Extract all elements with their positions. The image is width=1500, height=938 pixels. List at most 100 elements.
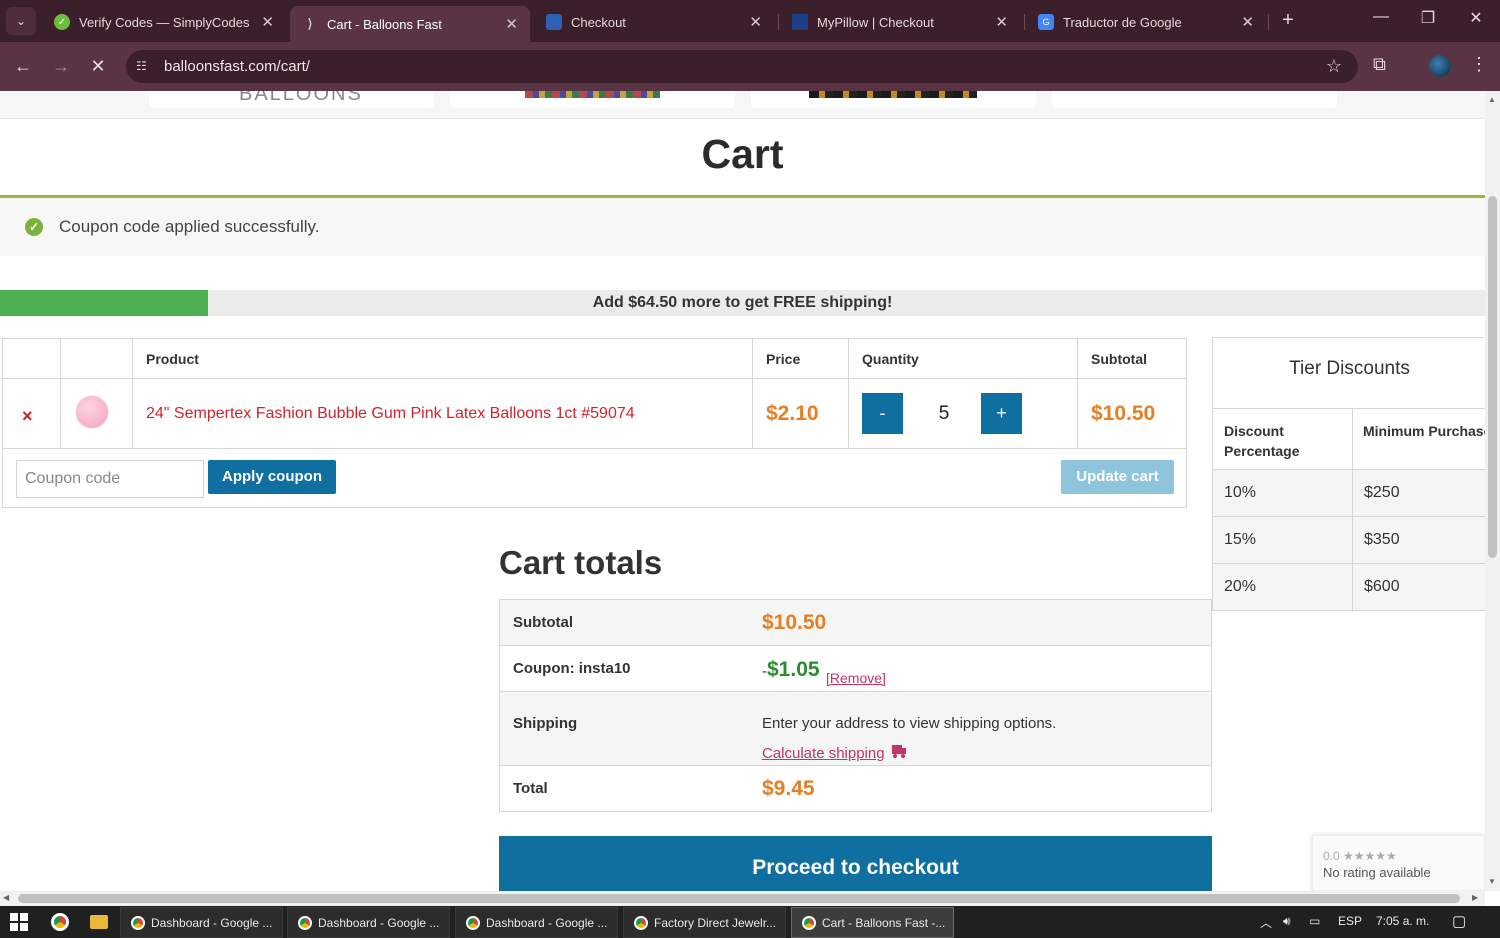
free-shipping-progress: Add $64.50 more to get FREE shipping! (0, 290, 1485, 316)
coupon-discount-amount: -$1.05 (762, 658, 820, 681)
vertical-scroll-thumb[interactable] (1488, 196, 1497, 558)
nav-banner-image[interactable] (751, 91, 1036, 108)
product-thumbnail[interactable] (75, 395, 109, 429)
input-language[interactable]: ESP (1338, 914, 1362, 928)
notifications-icon[interactable]: ▢ (1452, 912, 1466, 930)
header-product: Product (133, 339, 753, 379)
checkmark-icon: ✓ (25, 218, 43, 236)
taskbar-window-balloons-cart[interactable]: Cart - Balloons Fast -... (791, 907, 954, 938)
quantity-decrease-button[interactable]: - (862, 393, 903, 434)
file-explorer-icon[interactable] (90, 915, 108, 929)
col-discount-percentage: Discount Percentage (1213, 408, 1352, 469)
show-hidden-icons-icon[interactable]: ︿ (1260, 914, 1272, 931)
url-text[interactable]: balloonsfast.com/cart/ (164, 58, 310, 75)
proceed-to-checkout-button[interactable]: Proceed to checkout (499, 836, 1212, 891)
tier-row: 20% $600 (1213, 563, 1485, 611)
vertical-scrollbar[interactable]: ▲ ▼ (1485, 91, 1500, 891)
product-name-link[interactable]: 24" Sempertex Fashion Bubble Gum Pink La… (146, 405, 635, 423)
browser-tab-bar: ⌄ ✓ Verify Codes — SimplyCodes ✕ ⟩ Cart … (0, 0, 1500, 42)
site-logo[interactable]: BALLOONS (149, 91, 434, 108)
page-viewport: BALLOONS Cart ✓ Coupon code applied succ… (0, 91, 1485, 891)
tab-checkout[interactable]: Checkout ✕ (534, 6, 774, 38)
close-tab-icon[interactable]: ✕ (261, 13, 274, 31)
nav-banner-image[interactable] (450, 91, 735, 108)
chrome-icon (802, 915, 816, 930)
star-icon[interactable]: ☆ (1326, 56, 1342, 77)
cart-totals-title: Cart totals (499, 544, 663, 581)
tab-balloons-fast-cart[interactable]: ⟩ Cart - Balloons Fast ✕ (290, 6, 530, 42)
tier-row: 10% $250 (1213, 469, 1485, 516)
site-info-icon[interactable]: ☷ (136, 59, 150, 73)
quantity-increase-button[interactable]: + (981, 393, 1022, 434)
address-bar[interactable]: ☷ balloonsfast.com/cart/ ☆ (126, 50, 1358, 83)
stop-loading-icon[interactable]: ✕ (85, 54, 111, 80)
cart-totals-table: Subtotal $10.50 Coupon: insta10 -$1.05 [… (499, 599, 1212, 812)
windows-start-icon[interactable] (10, 913, 28, 931)
scroll-right-icon[interactable]: ▶ (1472, 893, 1478, 902)
horizontal-scrollbar[interactable]: ◀ ▶ (0, 891, 1485, 906)
scroll-down-icon[interactable]: ▼ (1488, 877, 1496, 886)
puzzle-icon[interactable]: ⧉ (1373, 54, 1386, 75)
remove-coupon-link[interactable]: [Remove] (826, 670, 886, 686)
close-tab-icon[interactable]: ✕ (749, 13, 762, 31)
rating-text: No rating available (1323, 865, 1431, 880)
header-thumbnail (61, 339, 133, 379)
close-window-icon[interactable]: ✕ (1461, 8, 1491, 28)
chrome-icon (466, 915, 480, 930)
scroll-up-icon[interactable]: ▲ (1488, 95, 1496, 104)
header-price: Price (753, 339, 849, 379)
horizontal-scroll-thumb[interactable] (18, 894, 1460, 903)
scroll-left-icon[interactable]: ◀ (3, 893, 9, 902)
kebab-menu-icon[interactable]: ⋮ (1470, 54, 1488, 75)
totals-row-total: Total $9.45 (513, 777, 815, 800)
tab-simplycodes[interactable]: ✓ Verify Codes — SimplyCodes ✕ (42, 6, 286, 38)
tier-row: 15% $350 (1213, 516, 1485, 563)
chrome-icon (634, 915, 648, 930)
col-minimum-purchase: Minimum Purchase Amt (1352, 408, 1485, 469)
page-title: Cart (701, 131, 784, 177)
chrome-icon[interactable] (51, 913, 69, 931)
balloons-banner-image (525, 91, 660, 98)
profile-avatar[interactable] (1429, 55, 1451, 77)
tab-separator (778, 14, 779, 30)
simplycodes-favicon-icon: ✓ (54, 14, 70, 30)
network-icon[interactable]: ▭ (1309, 914, 1320, 928)
quantity-input[interactable] (905, 393, 983, 434)
success-notice: ✓ Coupon code applied successfully. (0, 198, 1485, 256)
close-tab-icon[interactable]: ✕ (1241, 13, 1254, 31)
windows-taskbar: Dashboard - Google ... Dashboard - Googl… (0, 906, 1500, 938)
item-price: $2.10 (766, 402, 819, 425)
totals-row-shipping: Shipping Enter your address to view ship… (500, 692, 1211, 766)
calculate-shipping-link[interactable]: Calculate shipping (762, 745, 885, 762)
coupon-code-input[interactable] (16, 460, 204, 498)
restore-window-icon[interactable]: ❐ (1413, 8, 1443, 28)
apply-coupon-button[interactable]: Apply coupon (208, 460, 336, 494)
remove-item-icon[interactable]: × (22, 406, 33, 427)
minimize-icon[interactable]: — (1366, 8, 1396, 26)
tier-discounts-title: Tier Discounts (1289, 358, 1410, 379)
tab-google-translate[interactable]: G Traductor de Google ✕ (1026, 6, 1266, 38)
cart-table: Product Price Quantity Subtotal × 24" Se… (2, 338, 1187, 508)
truck-icon[interactable] (892, 744, 907, 758)
tier-discounts-table: Tier Discounts Discount Percentage Minim… (1212, 337, 1485, 612)
site-nav-strip: BALLOONS (0, 91, 1485, 119)
tab-mypillow-checkout[interactable]: MyPillow | Checkout ✕ (780, 6, 1020, 38)
volume-icon[interactable]: 🔊︎ (1283, 914, 1291, 929)
taskbar-window-dashboard[interactable]: Dashboard - Google ... (455, 907, 618, 938)
tab-search-dropdown-icon[interactable]: ⌄ (6, 7, 36, 35)
update-cart-button[interactable]: Update cart (1061, 460, 1174, 494)
nav-banner-image[interactable] (1052, 91, 1337, 108)
back-arrow-icon[interactable]: ← (10, 54, 36, 80)
taskbar-window-dashboard[interactable]: Dashboard - Google ... (287, 907, 450, 938)
taskbar-window-factory-direct[interactable]: Factory Direct Jewelr... (623, 907, 786, 938)
loading-spinner-icon: ⟩ (307, 16, 313, 31)
taskbar-window-dashboard[interactable]: Dashboard - Google ... (120, 907, 283, 938)
forward-arrow-icon[interactable]: → (48, 54, 74, 80)
tab-separator (1024, 14, 1025, 30)
new-tab-plus-icon[interactable]: + (1276, 9, 1300, 33)
totals-row-subtotal: Subtotal $10.50 (500, 600, 1211, 646)
close-tab-icon[interactable]: ✕ (995, 13, 1008, 31)
close-tab-icon[interactable]: ✕ (505, 15, 518, 33)
system-clock[interactable]: 7:05 a. m. (1376, 914, 1429, 928)
rating-badge[interactable]: 0.0 ★★★★★ No rating available (1312, 835, 1485, 891)
